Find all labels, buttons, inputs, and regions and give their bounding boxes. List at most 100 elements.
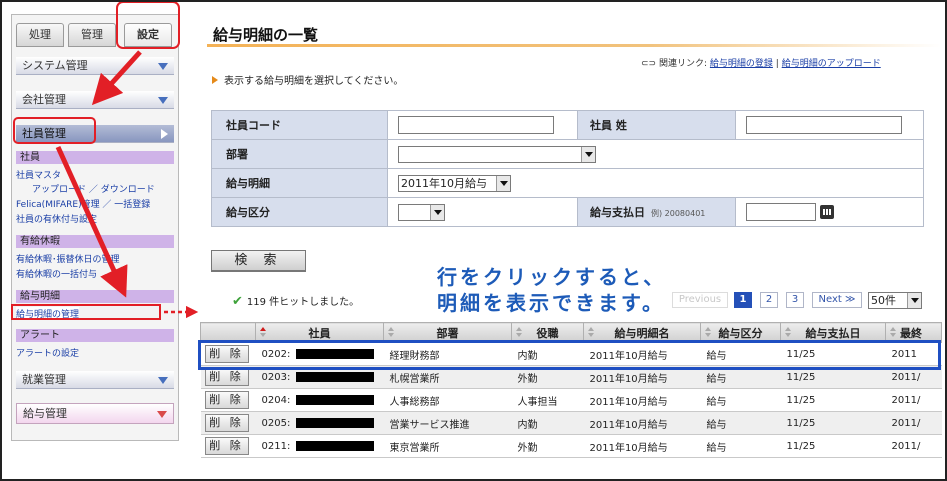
section-label: 就業管理 [22, 373, 66, 386]
tab-management[interactable]: 管理 [68, 23, 116, 47]
header-payslip-name[interactable]: 給与明細名 [583, 322, 701, 343]
sort-icon [705, 327, 711, 337]
header-label: 給与区分 [718, 326, 763, 340]
department-select[interactable] [398, 145, 596, 163]
employee-code-input[interactable] [398, 116, 554, 134]
section-salary-management[interactable]: 給与管理 [16, 403, 174, 424]
header-label: 役職 [536, 326, 559, 340]
link-felica[interactable]: Felica(MIFARE)管理 ／ 一括登録 [16, 197, 150, 210]
payslip-select[interactable]: 2011年10月給与 [398, 174, 511, 192]
header-department[interactable]: 部署 [383, 322, 512, 343]
per-page-select[interactable]: 50件 [868, 292, 922, 309]
header-label: 社員 [308, 326, 331, 340]
link-leave-transfer[interactable]: 有給休暇･振替休日の管理 [16, 252, 120, 265]
pager-previous[interactable]: Previous [672, 292, 728, 308]
employee-code: 0203: [261, 371, 291, 383]
header-salary-type[interactable]: 給与区分 [700, 322, 781, 343]
overlay-line-2: 明細を表示できます。 [437, 291, 665, 315]
pay-date-label-text: 給与支払日 [590, 206, 645, 219]
cell-department: 東京営業所 [383, 434, 512, 458]
employee-management-highlight [13, 117, 96, 144]
header-pay-date[interactable]: 給与支払日 [780, 322, 886, 343]
label-last-name: 社員 姓 [577, 110, 736, 140]
redacted-name [296, 440, 375, 451]
delete-button[interactable]: 削 除 [204, 345, 249, 363]
link-payslip-register[interactable]: 給与明細の登録 [710, 59, 773, 69]
redacted-name [296, 394, 375, 405]
payslip-link-highlight [11, 304, 161, 320]
calendar-icon[interactable] [820, 205, 834, 219]
section-system-management[interactable]: システム管理 [16, 57, 174, 75]
table-row[interactable]: 削 除 0205: 営業サービス推進 内勤 2011年10月給与 給与 11/2… [200, 411, 942, 435]
chevron-right-icon [161, 129, 168, 139]
section-work-management[interactable]: 就業管理 [16, 371, 174, 389]
employee-code: 0204: [261, 394, 291, 406]
header-role[interactable]: 役職 [511, 322, 584, 343]
link-alert-setting[interactable]: アラートの設定 [16, 346, 79, 359]
hit-count-text: 119 件ヒットしました。 [246, 297, 360, 308]
cell-payslip-name: 2011年10月給与 [583, 342, 701, 366]
header-employee[interactable]: 社員 [255, 322, 384, 343]
link-leave-bulk[interactable]: 有給休暇の一括付与 [16, 267, 97, 280]
pager-page-3[interactable]: 3 [786, 292, 804, 308]
page-title: 給与明細の一覧 [213, 26, 319, 44]
header-last[interactable]: 最終 [885, 322, 942, 343]
delete-button[interactable]: 削 除 [204, 368, 249, 386]
pager-page-2[interactable]: 2 [760, 292, 778, 308]
cell-payslip-name: 2011年10月給与 [583, 388, 701, 412]
salary-type-select[interactable] [398, 203, 445, 221]
sort-icon [388, 327, 394, 337]
link-leave-setting[interactable]: 社員の有休付与設定 [16, 212, 97, 225]
instruction-overlay: 行をクリックすると、 明細を表示できます。 [437, 264, 666, 316]
pay-date-example: 例) 20080401 [651, 209, 706, 218]
section-label: 会社管理 [22, 93, 66, 106]
redacted-name [296, 371, 375, 382]
pay-date-input[interactable] [746, 203, 816, 221]
section-company-management[interactable]: 会社管理 [16, 91, 174, 109]
delete-button[interactable]: 削 除 [204, 414, 249, 432]
payslip-table: 社員 部署 役職 給与明細名 給与区分 給与支払日 最終 削 除 0202: 経… [200, 322, 942, 458]
table-row[interactable]: 削 除 0202: 経理財務部 内勤 2011年10月給与 給与 11/25 2… [200, 342, 942, 366]
cell-payslip-name: 2011年10月給与 [583, 411, 701, 435]
section-label: 給与管理 [23, 407, 67, 420]
link-employee-master[interactable]: 社員マスタ [16, 168, 61, 181]
cell-salary-type: 給与 [700, 434, 781, 458]
link-payslip-upload[interactable]: 給与明細のアップロード [782, 59, 881, 69]
table-row[interactable]: 削 除 0211: 東京営業所 外勤 2011年10月給与 給与 11/25 2… [200, 434, 942, 458]
cell-pay-date: 11/25 [780, 411, 886, 435]
label-employee-code: 社員コード [211, 110, 388, 140]
cell-department: 人事総務部 [383, 388, 512, 412]
group-alert: アラート [16, 329, 174, 342]
search-button[interactable]: 検 索 [211, 250, 306, 272]
header-label: 最終 [900, 326, 922, 340]
header-action [200, 322, 256, 343]
link-upload-download[interactable]: アップロード ／ ダウンロード [32, 182, 155, 195]
cell-department: 営業サービス推進 [383, 411, 512, 435]
group-employee: 社員 [16, 151, 174, 164]
pager-next[interactable]: Next ≫ [812, 292, 862, 308]
chevron-down-icon [430, 204, 444, 220]
cell-pay-date: 11/25 [780, 365, 886, 389]
delete-button[interactable]: 削 除 [204, 437, 249, 455]
instruction: 表示する給与明細を選択してください。 [212, 72, 403, 87]
chevron-down-icon [158, 377, 168, 384]
sidebar: 処理 管理 設定 システム管理 会社管理 社員管理 社員 社員マスタ アップロー… [11, 14, 179, 441]
group-payslip: 給与明細 [16, 290, 174, 303]
title-underline [207, 44, 941, 47]
pager-page-1[interactable]: 1 [734, 292, 752, 308]
table-row[interactable]: 削 除 0203: 札幌営業所 外勤 2011年10月給与 給与 11/25 2… [200, 365, 942, 389]
header-label: 給与支払日 [805, 326, 861, 340]
last-name-input[interactable] [746, 116, 902, 134]
employee-code: 0211: [261, 440, 291, 452]
cell-pay-date: 11/25 [780, 342, 886, 366]
tab-processing[interactable]: 処理 [16, 23, 64, 47]
cell-salary-type: 給与 [700, 388, 781, 412]
cell-role: 外勤 [511, 365, 584, 389]
cell-last: 2011 [885, 342, 942, 366]
chevron-down-icon [158, 63, 168, 70]
cell-payslip-name: 2011年10月給与 [583, 434, 701, 458]
bullet-triangle-icon [212, 76, 218, 84]
check-icon: ✔ [232, 294, 243, 309]
delete-button[interactable]: 削 除 [204, 391, 249, 409]
table-row[interactable]: 削 除 0204: 人事総務部 人事担当 2011年10月給与 給与 11/25… [200, 388, 942, 412]
